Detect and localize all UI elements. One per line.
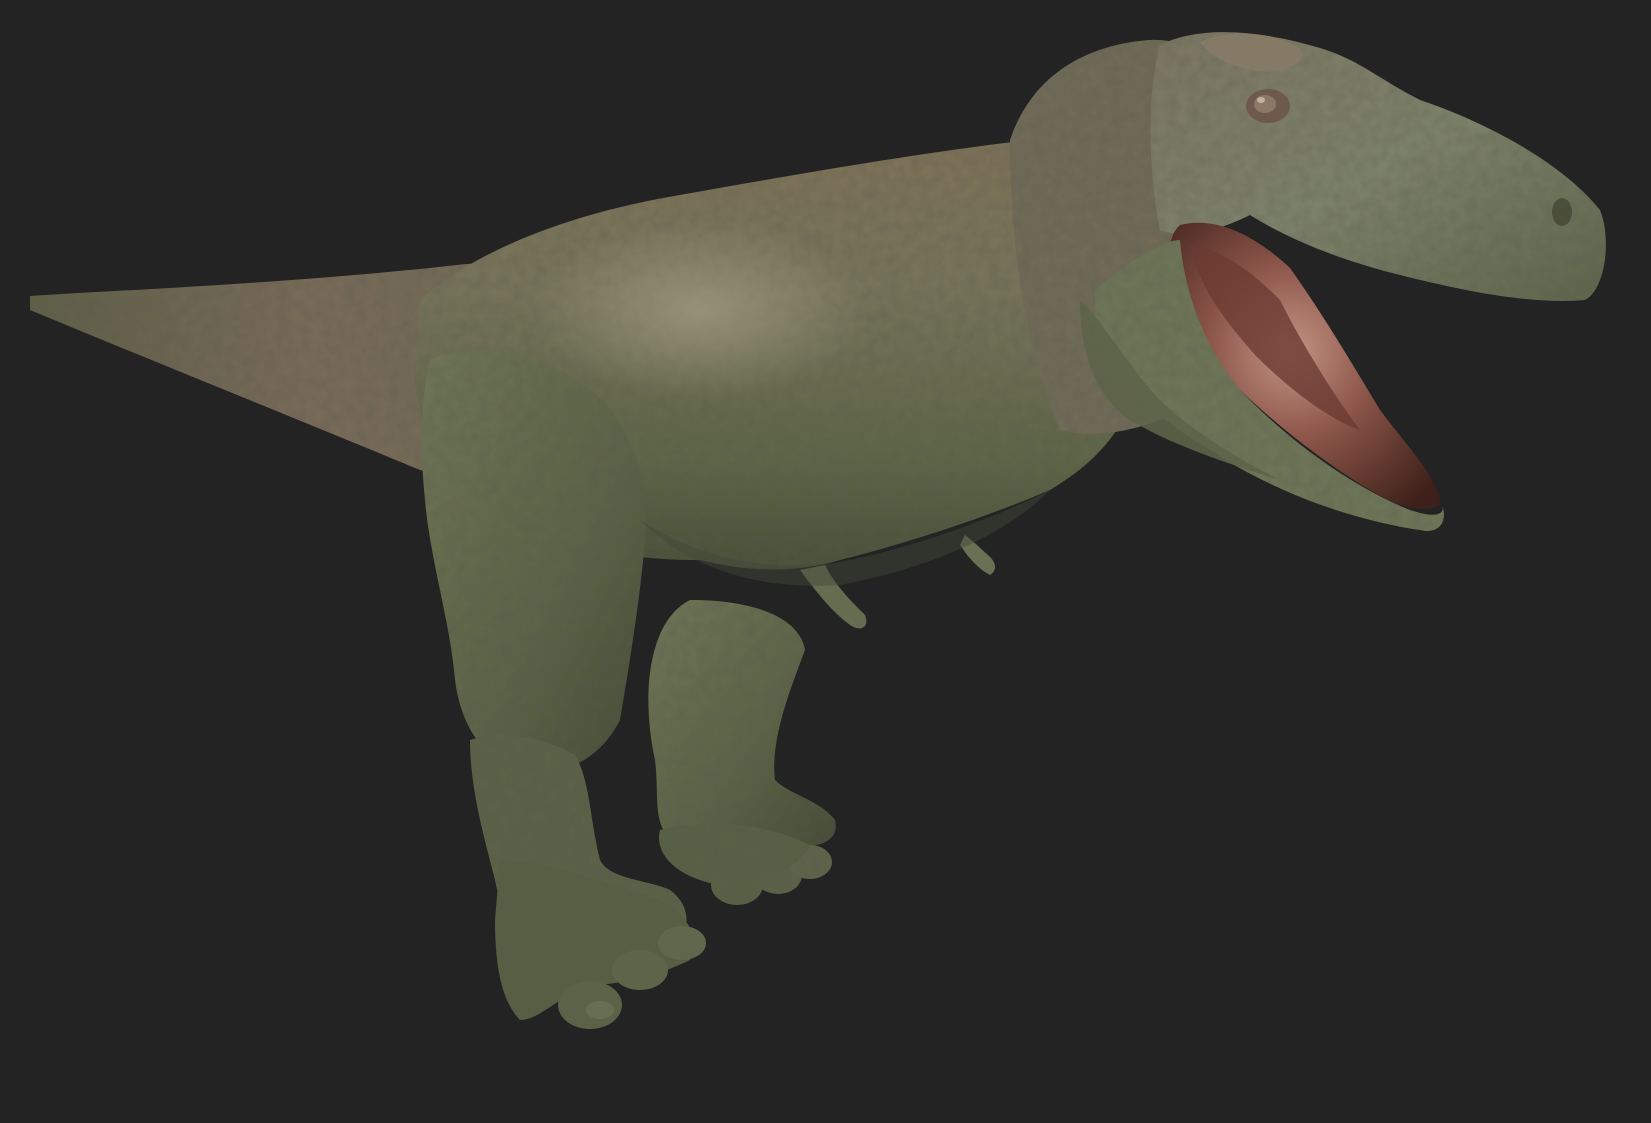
front-foot-toes <box>495 860 706 1029</box>
nostril <box>1552 198 1572 226</box>
back-leg <box>648 600 836 905</box>
eye <box>1246 89 1290 123</box>
shoulder-highlight <box>530 220 870 400</box>
front-thigh <box>421 350 646 773</box>
t-rex-model <box>30 32 1606 1029</box>
render-viewport <box>0 0 1651 1123</box>
